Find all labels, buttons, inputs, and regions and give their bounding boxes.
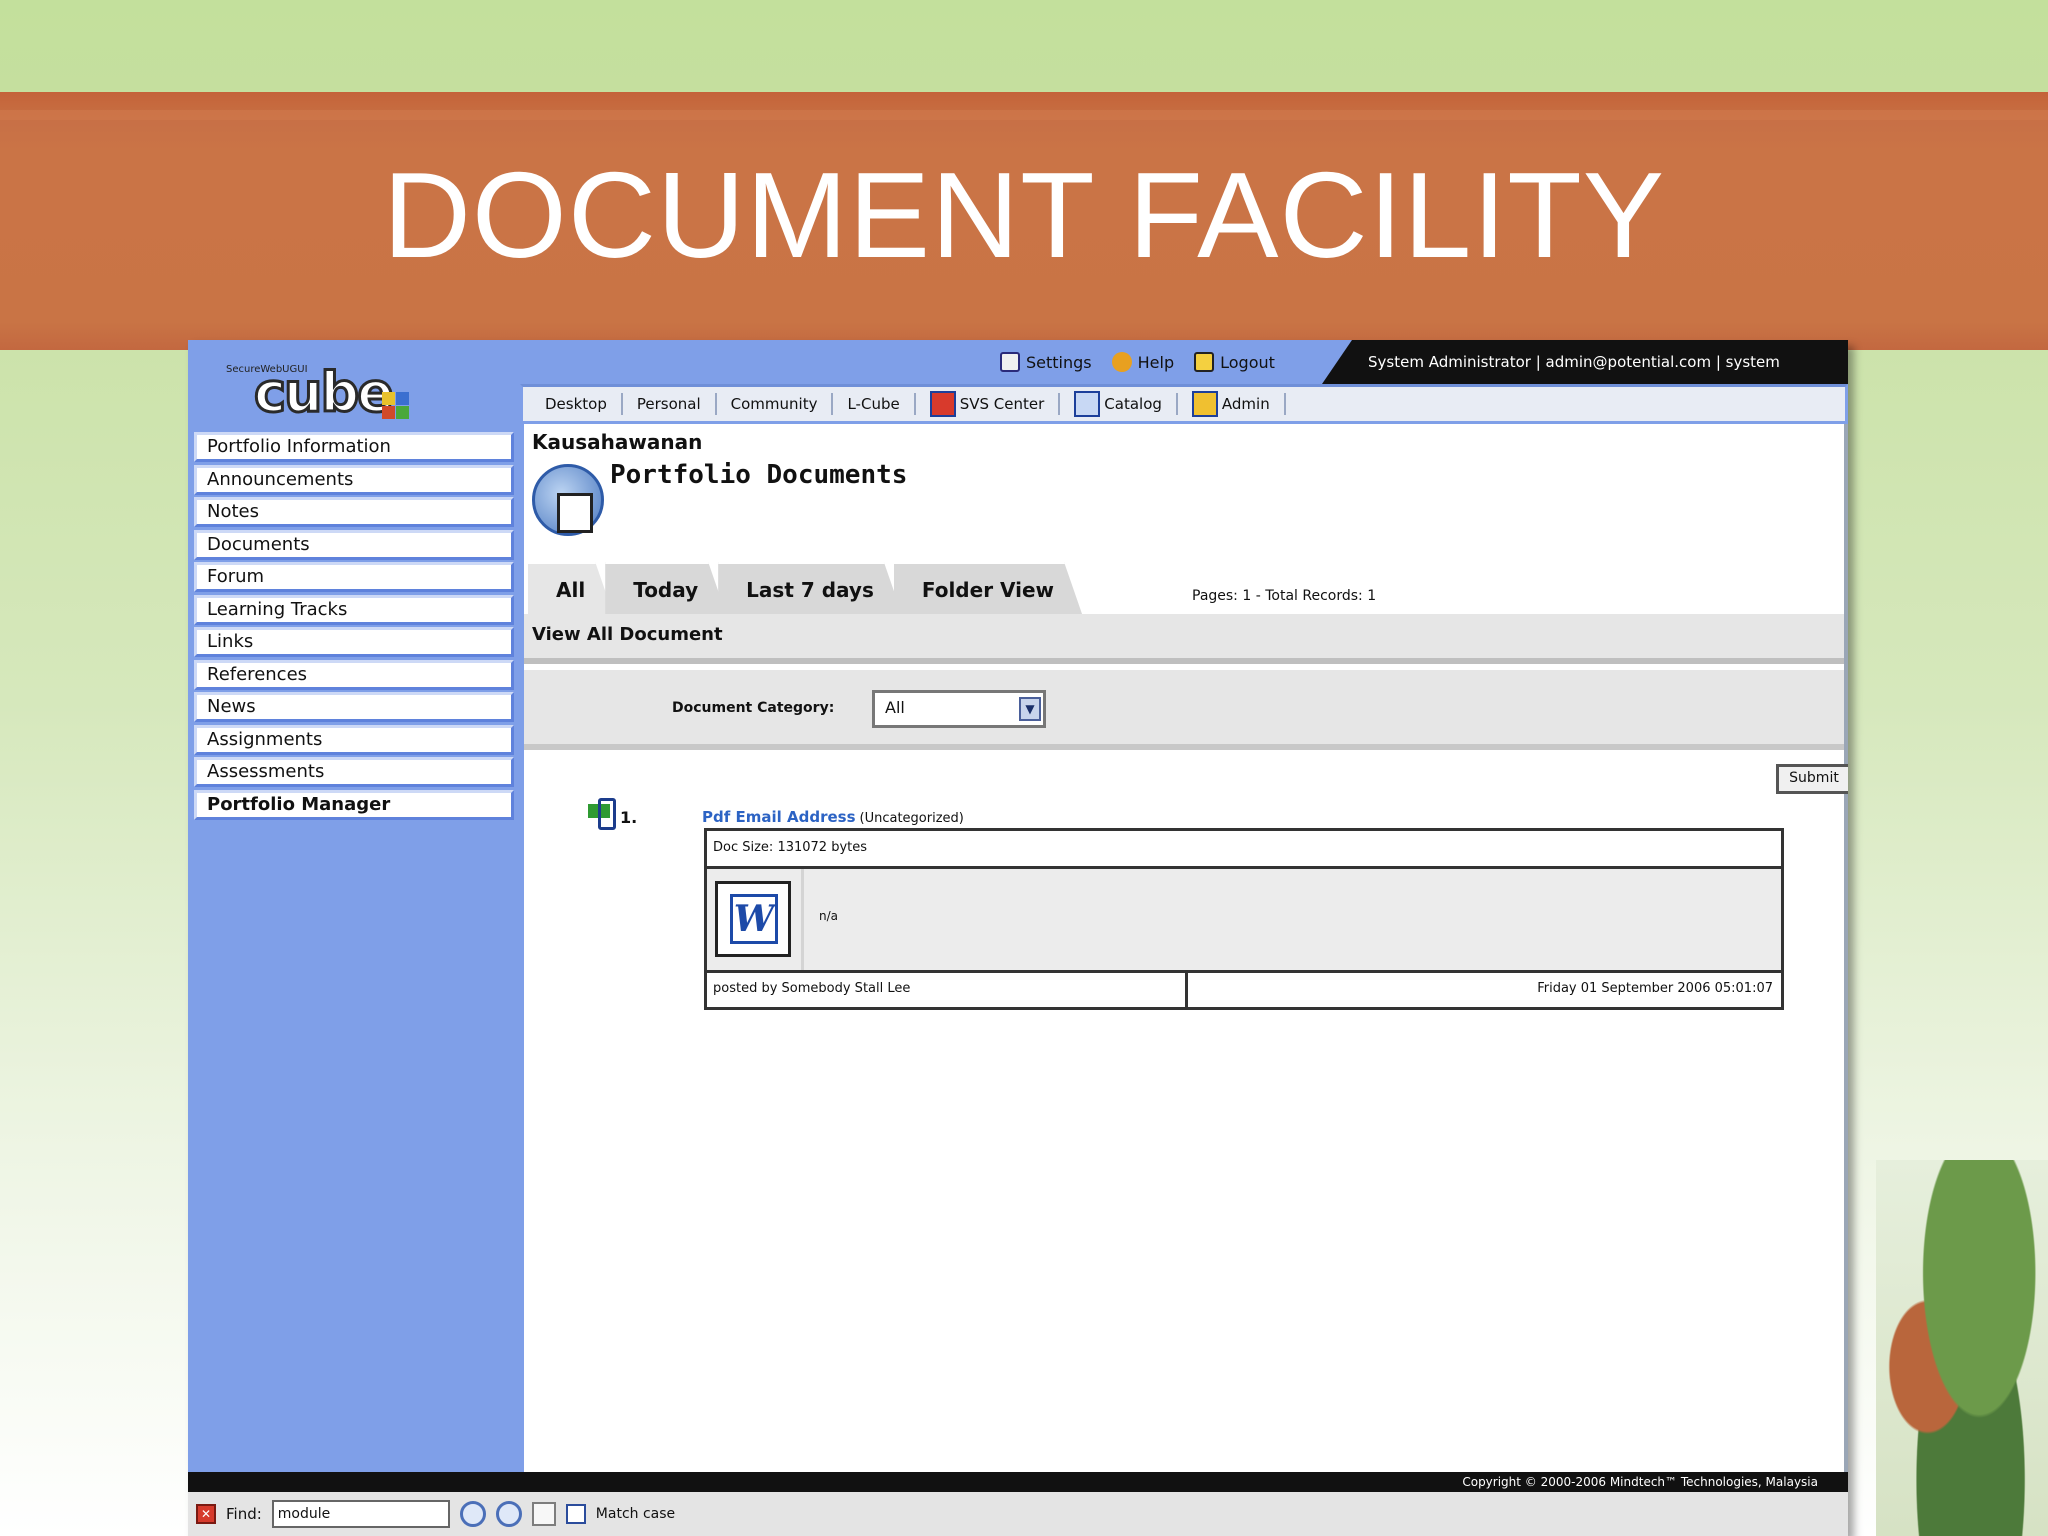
sidebar-item-assignments[interactable]: Assignments	[194, 724, 514, 755]
nav-l-cube[interactable]: L-Cube	[833, 393, 916, 415]
main-nav: Desktop Personal Community L-Cube SVS Ce…	[520, 384, 1848, 424]
tab-strip: All Today Last 7 days Folder View	[528, 562, 1074, 614]
tab-today[interactable]: Today	[605, 562, 726, 614]
logo-blocks-icon	[382, 392, 412, 422]
slide-title: DOCUMENT FACILITY	[382, 147, 1666, 283]
sidebar-item-notes[interactable]: Notes	[194, 497, 514, 527]
nav-community[interactable]: Community	[717, 393, 834, 415]
tab-all[interactable]: All	[528, 562, 613, 614]
user-info: System Administrator | admin@potential.c…	[1322, 340, 1848, 384]
document-body: W n/a	[707, 869, 1781, 973]
settings-icon	[1000, 352, 1020, 372]
nav-catalog[interactable]: Catalog	[1060, 391, 1178, 417]
sidebar-menu: Portfolio Information Announcements Note…	[194, 432, 514, 822]
section-title: View All Document	[532, 624, 723, 645]
sidebar-item-forum[interactable]: Forum	[194, 562, 514, 592]
help-icon	[1111, 352, 1132, 372]
match-case-checkbox[interactable]	[565, 1504, 586, 1524]
tab-folder-view[interactable]: Folder View	[894, 562, 1082, 614]
catalog-icon	[1074, 391, 1101, 417]
close-icon[interactable]: ✕	[196, 1504, 216, 1524]
sidebar-item-portfolio-manager[interactable]: Portfolio Manager	[194, 789, 514, 820]
find-label: Find:	[226, 1505, 262, 1523]
find-previous-icon[interactable]	[495, 1501, 522, 1527]
sidebar-item-learning-tracks[interactable]: Learning Tracks	[194, 594, 514, 625]
settings-label: Settings	[1026, 352, 1092, 372]
logo-text: cube	[253, 360, 396, 425]
top-bar: Settings Help Logout System Administrato…	[520, 340, 1848, 384]
category-select[interactable]: All ▼	[872, 690, 1046, 728]
app-screenshot: SecureWebUGUI cube Portfolio Information…	[188, 340, 1848, 1536]
document-date: Friday 01 September 2006 05:01:07	[1537, 981, 1773, 996]
chevron-down-icon[interactable]: ▼	[1019, 697, 1041, 721]
document-posted-by: posted by Somebody Stall Lee	[713, 981, 911, 996]
nav-personal[interactable]: Personal	[623, 393, 717, 415]
find-next-icon[interactable]	[459, 1501, 486, 1527]
main-content: Kausahawanan Portfolio Documents All Tod…	[520, 424, 1848, 1472]
svs-icon	[929, 391, 956, 417]
app-logo[interactable]: SecureWebUGUI cube	[226, 360, 426, 425]
nav-admin[interactable]: Admin	[1178, 391, 1286, 417]
section-header: View All Document	[524, 614, 1844, 664]
word-document-icon[interactable]: W	[715, 881, 791, 957]
sidebar: SecureWebUGUI cube Portfolio Information…	[188, 340, 520, 1472]
logout-icon	[1194, 352, 1215, 372]
copyright-footer: Copyright © 2000-2006 Mindtech™ Technolo…	[188, 1472, 1848, 1492]
help-link[interactable]: Help	[1111, 352, 1175, 372]
divider	[1185, 973, 1188, 1007]
match-case-label: Match case	[595, 1506, 676, 1522]
document-card: Doc Size: 131072 bytes W n/a posted by S…	[704, 828, 1784, 1010]
logout-link[interactable]: Logout	[1194, 352, 1275, 372]
find-bar: ✕ Find: module Match case	[188, 1492, 1848, 1536]
page-title: Portfolio Documents	[610, 460, 908, 490]
paging-info: Pages: 1 - Total Records: 1	[1192, 588, 1377, 604]
sidebar-item-portfolio-information[interactable]: Portfolio Information	[194, 432, 514, 462]
settings-link[interactable]: Settings	[1000, 352, 1092, 372]
submit-button[interactable]: Submit	[1776, 764, 1848, 794]
divider	[801, 869, 804, 970]
sidebar-item-news[interactable]: News	[194, 692, 514, 722]
portfolio-documents-icon	[532, 464, 604, 536]
nav-svs-center-label: SVS Center	[959, 395, 1045, 413]
admin-icon	[1191, 391, 1218, 417]
category-select-value: All	[885, 698, 905, 717]
document-footer: posted by Somebody Stall Lee Friday 01 S…	[707, 973, 1781, 1007]
category-label: Document Category:	[672, 700, 835, 716]
nav-desktop[interactable]: Desktop	[531, 393, 623, 415]
find-input[interactable]: module	[271, 1500, 450, 1528]
filter-bar: Document Category: All ▼	[524, 670, 1844, 750]
document-number: 1.	[620, 808, 638, 827]
top-links: Settings Help Logout	[1000, 348, 1275, 376]
decorative-illustration	[1876, 1160, 2048, 1536]
document-category: (Uncategorized)	[859, 811, 964, 826]
nav-svs-center[interactable]: SVS Center	[916, 391, 1061, 417]
sidebar-item-references[interactable]: References	[194, 659, 514, 690]
highlight-icon[interactable]	[531, 1502, 556, 1526]
tab-last-7-days[interactable]: Last 7 days	[718, 562, 902, 614]
breadcrumb[interactable]: Kausahawanan	[532, 430, 702, 454]
sidebar-item-documents[interactable]: Documents	[194, 529, 514, 560]
nav-admin-label: Admin	[1221, 395, 1270, 413]
sidebar-item-assessments[interactable]: Assessments	[194, 757, 514, 787]
sidebar-item-links[interactable]: Links	[194, 627, 514, 657]
document-link[interactable]: Pdf Email Address (Uncategorized)	[702, 808, 964, 826]
document-title[interactable]: Pdf Email Address	[702, 808, 856, 826]
nav-catalog-label: Catalog	[1104, 395, 1162, 413]
document-description: n/a	[819, 909, 839, 923]
document-item-icon	[588, 798, 616, 830]
sidebar-item-announcements[interactable]: Announcements	[194, 464, 514, 495]
document-size: Doc Size: 131072 bytes	[707, 831, 1781, 869]
help-label: Help	[1137, 352, 1175, 372]
logout-label: Logout	[1220, 352, 1275, 372]
